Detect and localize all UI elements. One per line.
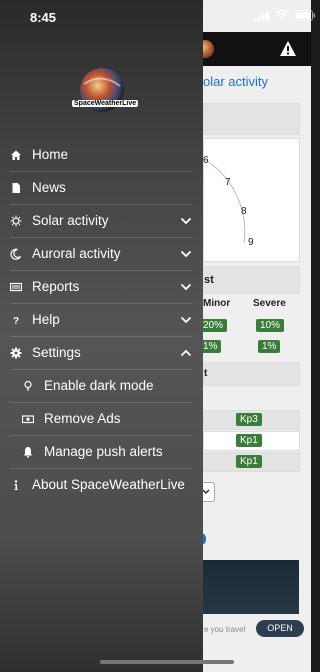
signal-icon (254, 10, 269, 21)
menu-item-reports[interactable]: Reports (10, 271, 192, 304)
menu-label-enable-dark-mode: Enable dark mode (44, 378, 154, 393)
gauge-tick-8: 8 (241, 206, 247, 217)
gear-icon (10, 347, 22, 359)
drawer-menu: Home News Solar activity Auroral activit… (0, 139, 203, 501)
minor-probability-1: 20% (199, 319, 228, 332)
status-icons (254, 10, 316, 21)
wifi-icon (275, 10, 289, 20)
severe-probability-2: 1% (258, 340, 281, 353)
background-card-header (203, 103, 300, 135)
forecast-header: st (203, 266, 300, 294)
background-gauge-card: 6 7 8 9 (203, 138, 300, 262)
money-icon (22, 415, 34, 424)
menu-label-help: Help (32, 312, 60, 327)
menu-item-auroral-activity[interactable]: Auroral activity (10, 238, 192, 271)
home-indicator[interactable] (100, 660, 234, 664)
lightbulb-icon (24, 380, 32, 391)
chevron-down-icon (180, 250, 192, 258)
menu-label-news: News (32, 180, 66, 195)
reports-icon (10, 282, 22, 292)
forecast-title: st (204, 274, 214, 286)
gauge-tick-9: 9 (248, 237, 254, 248)
menu-label-solar-activity: Solar activity (32, 213, 109, 228)
kp-value-1: Kp3 (236, 413, 262, 426)
menu-item-home[interactable]: Home (10, 139, 192, 172)
document-icon (12, 183, 20, 193)
chevron-down-icon (180, 217, 192, 225)
menu-label-reports: Reports (32, 279, 80, 294)
menu-item-about[interactable]: About SpaceWeatherLive (10, 469, 192, 501)
gauge-tick-6: 6 (203, 155, 209, 166)
menu-item-remove-ads[interactable]: Remove Ads (10, 403, 192, 436)
severe-probability-1: 10% (256, 319, 285, 332)
menu-item-settings[interactable]: Settings (10, 337, 192, 370)
info-icon (14, 480, 18, 490)
warning-icon[interactable] (279, 40, 297, 58)
ad-open-button[interactable]: OPEN (256, 620, 304, 637)
menu-item-help[interactable]: ? Help (10, 304, 192, 337)
background-map-image (203, 560, 299, 614)
bell-icon (23, 447, 33, 458)
gauge-tick-7: 7 (225, 177, 231, 188)
sun-icon (10, 215, 22, 227)
menu-item-manage-push-alerts[interactable]: Manage push alerts (10, 436, 192, 469)
menu-label-auroral-activity: Auroral activity (32, 246, 121, 261)
kp-section-title: t (204, 368, 208, 379)
svg-text:?: ? (13, 316, 19, 327)
menu-label-about: About SpaceWeatherLive (32, 477, 185, 492)
menu-label-manage-push-alerts: Manage push alerts (44, 444, 163, 459)
col-minor: Minor (203, 298, 231, 309)
logo-text: SpaceWeatherLive (72, 100, 139, 107)
app-logo[interactable] (74, 66, 130, 118)
kp-header: t (203, 362, 300, 386)
question-icon: ? (13, 316, 19, 327)
col-severe: Severe (253, 298, 286, 309)
battery-icon (294, 10, 315, 21)
chevron-down-icon (180, 316, 192, 324)
menu-label-settings: Settings (32, 345, 81, 360)
navigation-drawer: 8:45 SpaceWeatherLive Home News Solar ac… (0, 0, 203, 672)
menu-item-news[interactable]: News (10, 172, 192, 205)
chevron-down-icon (180, 283, 192, 291)
home-icon (11, 150, 21, 160)
chevron-up-icon (180, 349, 192, 357)
ad-text: e you travel (204, 625, 246, 634)
moon-icon (10, 248, 22, 260)
menu-label-remove-ads: Remove Ads (44, 411, 121, 426)
kp-value-3: Kp1 (236, 455, 262, 468)
menu-label-home: Home (32, 147, 69, 162)
status-time: 8:45 (30, 10, 57, 25)
background-section-title[interactable]: olar activity (203, 74, 268, 89)
menu-item-solar-activity[interactable]: Solar activity (10, 205, 192, 238)
kp-value-2: Kp1 (236, 434, 262, 447)
menu-item-enable-dark-mode[interactable]: Enable dark mode (10, 370, 192, 403)
